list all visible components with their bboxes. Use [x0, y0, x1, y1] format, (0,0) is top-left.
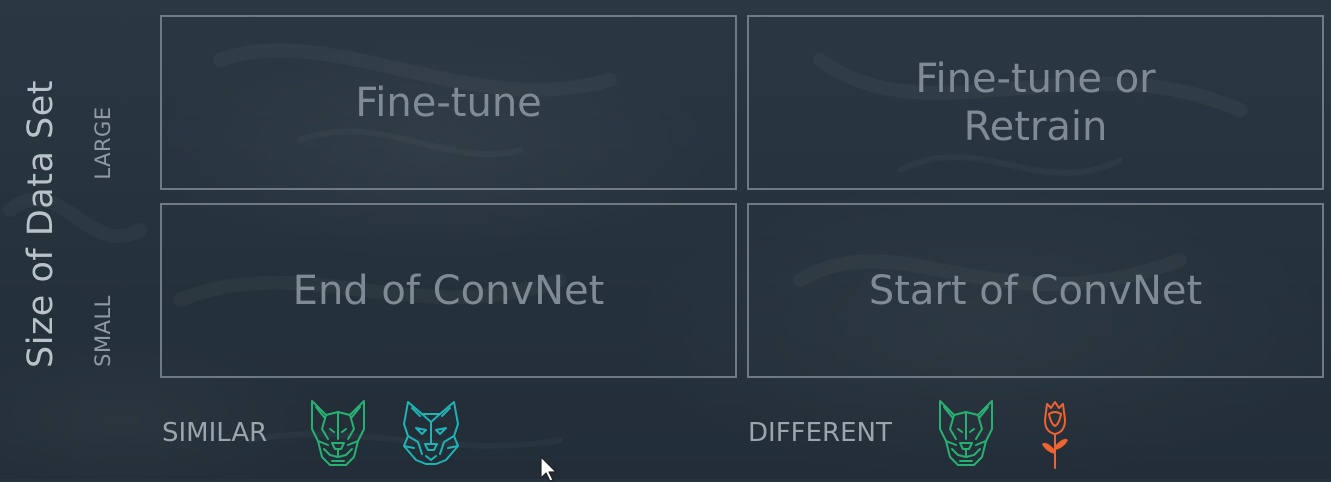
cell-text: Fine-tune or Retrain — [915, 55, 1156, 150]
dog-icon — [939, 400, 993, 466]
column-label-similar: SIMILAR — [162, 418, 268, 448]
column-label-different: DIFFERENT — [748, 418, 892, 448]
wolf-icon — [403, 401, 459, 465]
cell-small-similar: End of ConvNet — [160, 203, 737, 378]
row-label-large: LARGE — [91, 106, 115, 180]
cursor-icon — [540, 456, 557, 482]
y-axis-title: Size of Data Set — [21, 80, 61, 368]
dog-icon — [311, 400, 365, 466]
cell-large-different: Fine-tune or Retrain — [747, 15, 1324, 190]
cell-small-different: Start of ConvNet — [747, 203, 1324, 378]
cell-text: Fine-tune — [355, 79, 542, 126]
cell-text: End of ConvNet — [292, 267, 605, 314]
row-label-small: SMALL — [91, 295, 115, 367]
cell-text: Start of ConvNet — [868, 267, 1203, 314]
rose-icon — [1042, 401, 1068, 469]
cell-large-similar: Fine-tune — [160, 15, 737, 190]
